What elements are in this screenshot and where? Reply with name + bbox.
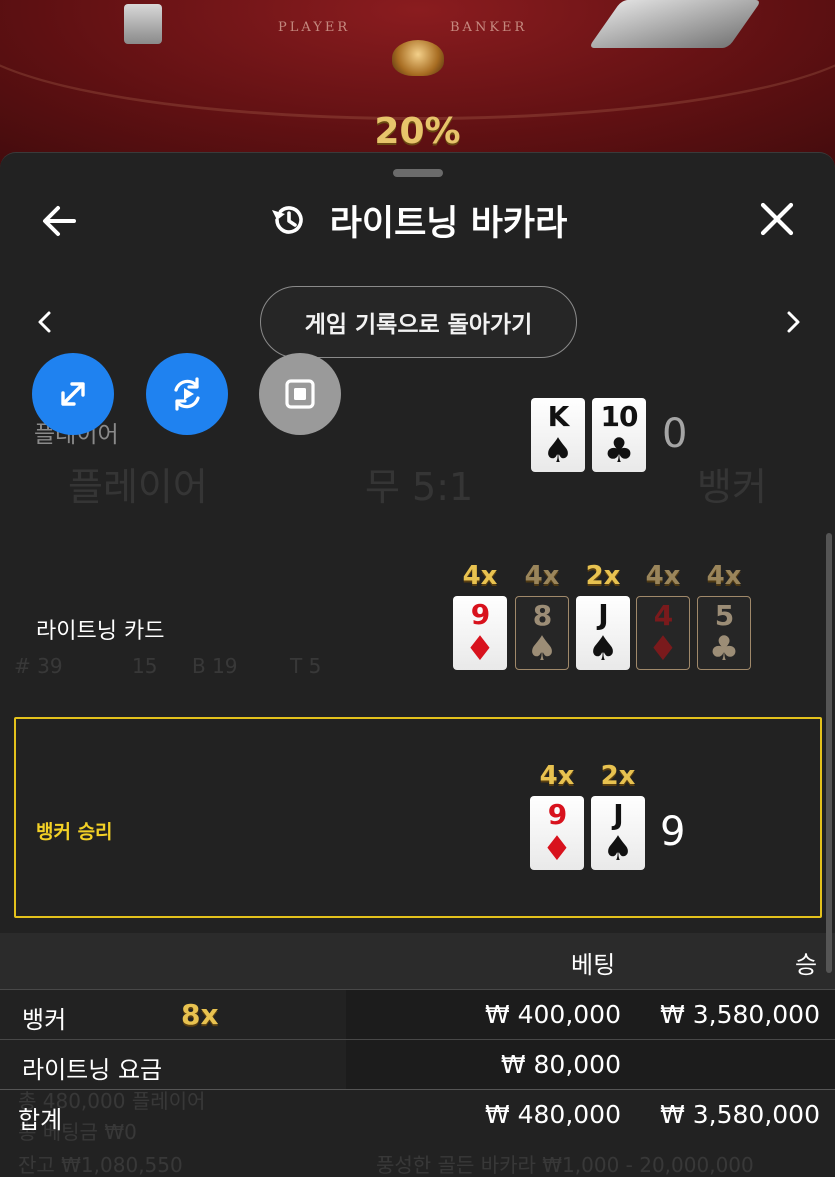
table-row: 뱅커 8x ₩ 400,000 ₩ 3,580,000 <box>0 989 835 1040</box>
back-to-history-button[interactable]: 게임 기록으로 돌아가기 <box>260 286 577 358</box>
ghost-footer: 잔고 ₩1,080,550 <box>18 1153 183 1177</box>
row-label: 합계 <box>18 1106 63 1134</box>
close-icon <box>760 202 794 236</box>
card-multiplier: 4x <box>462 561 498 591</box>
card-rank: J <box>598 598 608 631</box>
banker-score: 9 <box>660 809 686 855</box>
lightning-card: 9 ♦ <box>453 596 507 670</box>
card-rank: 9 <box>470 598 491 631</box>
table-row: 라이트닝 요금 ₩ 80,000 <box>0 1039 835 1090</box>
ghost-tie: 무 5:1 <box>365 465 474 509</box>
winner-highlight <box>14 717 822 918</box>
header-title-group: 라이트닝 바카라 <box>0 193 835 247</box>
card-rank: 5 <box>714 599 735 632</box>
playing-card: K ♠ <box>531 398 585 472</box>
lightning-cards-label: 라이트닝 카드 <box>36 619 165 644</box>
row-win: ₩ 3,580,000 <box>660 1000 820 1029</box>
card-rank: 10 <box>600 400 639 433</box>
stop-icon <box>285 379 315 409</box>
card-suit: ♦ <box>541 829 573 869</box>
playing-card: J ♠ <box>591 796 645 870</box>
card-multiplier: 4x <box>539 761 575 791</box>
row-label: 뱅커 <box>22 1006 67 1034</box>
gold-dome <box>392 40 444 76</box>
playing-card: 10 ♣ <box>592 398 646 472</box>
ghost-stat: 15 <box>132 654 158 678</box>
card-suit: ♣ <box>603 431 635 471</box>
expand-button[interactable] <box>32 353 114 435</box>
card-multiplier: 2x <box>600 761 636 791</box>
percentage-indicator: 20% <box>374 111 461 152</box>
card-suit: ♠ <box>587 629 619 669</box>
ghost-stat: T 5 <box>290 654 322 678</box>
game-table-background: PLAYER BANKER 20% <box>0 0 835 175</box>
close-button[interactable] <box>755 197 799 241</box>
player-score: 0 <box>662 411 688 457</box>
ghost-banker: 뱅커 <box>697 465 767 509</box>
column-header-bet: 베팅 <box>571 951 616 979</box>
lightning-card: J ♠ <box>576 596 630 670</box>
column-header-win: 승 <box>795 951 818 979</box>
lightning-card: 4 ♦ <box>636 596 690 670</box>
chevron-right-icon <box>787 311 800 333</box>
history-icon <box>271 206 303 234</box>
ghost-stat: # 39 <box>14 654 63 678</box>
lightning-card: 5 ♣ <box>697 596 751 670</box>
banker-win-label: 뱅커 승리 <box>36 821 113 843</box>
table-row-total: 합계 ₩ 480,000 ₩ 3,580,000 <box>0 1089 835 1139</box>
row-bet: ₩ 80,000 <box>500 1050 621 1079</box>
playing-card: 9 ♦ <box>530 796 584 870</box>
card-suit: ♠ <box>602 829 634 869</box>
stop-button[interactable] <box>259 353 341 435</box>
round-result-panel: 플레이어 무 5:1 뱅커 # 39 15 B 19 T 5 총 480,000… <box>0 152 835 1177</box>
card-rank: 8 <box>532 599 553 632</box>
card-suit: ♣ <box>708 629 740 669</box>
row-label: 라이트닝 요금 <box>22 1056 163 1084</box>
card-multiplier: 4x <box>524 561 560 591</box>
replay-button[interactable] <box>146 353 228 435</box>
table-banker-label: BANKER <box>450 20 528 35</box>
row-bet: ₩ 400,000 <box>484 1000 621 1029</box>
ghost-footer: 풍성한 골든 바카라 ₩1,000 - 20,000,000 <box>376 1153 754 1177</box>
card-multiplier: 2x <box>585 561 621 591</box>
card-multiplier: 4x <box>645 561 681 591</box>
lightning-card: 8 ♠ <box>515 596 569 670</box>
ghost-stat: B 19 <box>192 654 238 678</box>
card-rank: 9 <box>547 798 568 831</box>
ghost-player: 플레이어 <box>68 465 208 509</box>
table-player-label: PLAYER <box>278 20 351 35</box>
card-suit: ♠ <box>542 431 574 471</box>
card-suit: ♦ <box>464 629 496 669</box>
row-bet: ₩ 480,000 <box>484 1100 621 1129</box>
card-suit: ♠ <box>526 629 558 669</box>
row-win: ₩ 3,580,000 <box>660 1100 820 1129</box>
page-title: 라이트닝 바카라 <box>329 203 568 244</box>
card-suit: ♦ <box>647 629 679 669</box>
drag-handle[interactable] <box>393 169 443 177</box>
card-rank: 4 <box>653 599 674 632</box>
scrollbar[interactable] <box>826 533 832 973</box>
row-multiplier: 8x <box>181 998 219 1031</box>
card-rank: K <box>547 400 570 433</box>
next-round-button[interactable] <box>778 307 808 337</box>
dealer-device <box>124 4 162 44</box>
card-rank: J <box>613 798 623 831</box>
expand-icon <box>61 382 85 406</box>
chevron-left-icon <box>38 311 51 333</box>
replay-icon <box>174 377 200 411</box>
table-header: 베팅 승 <box>0 933 835 989</box>
prev-round-button[interactable] <box>30 307 60 337</box>
card-multiplier: 4x <box>706 561 742 591</box>
